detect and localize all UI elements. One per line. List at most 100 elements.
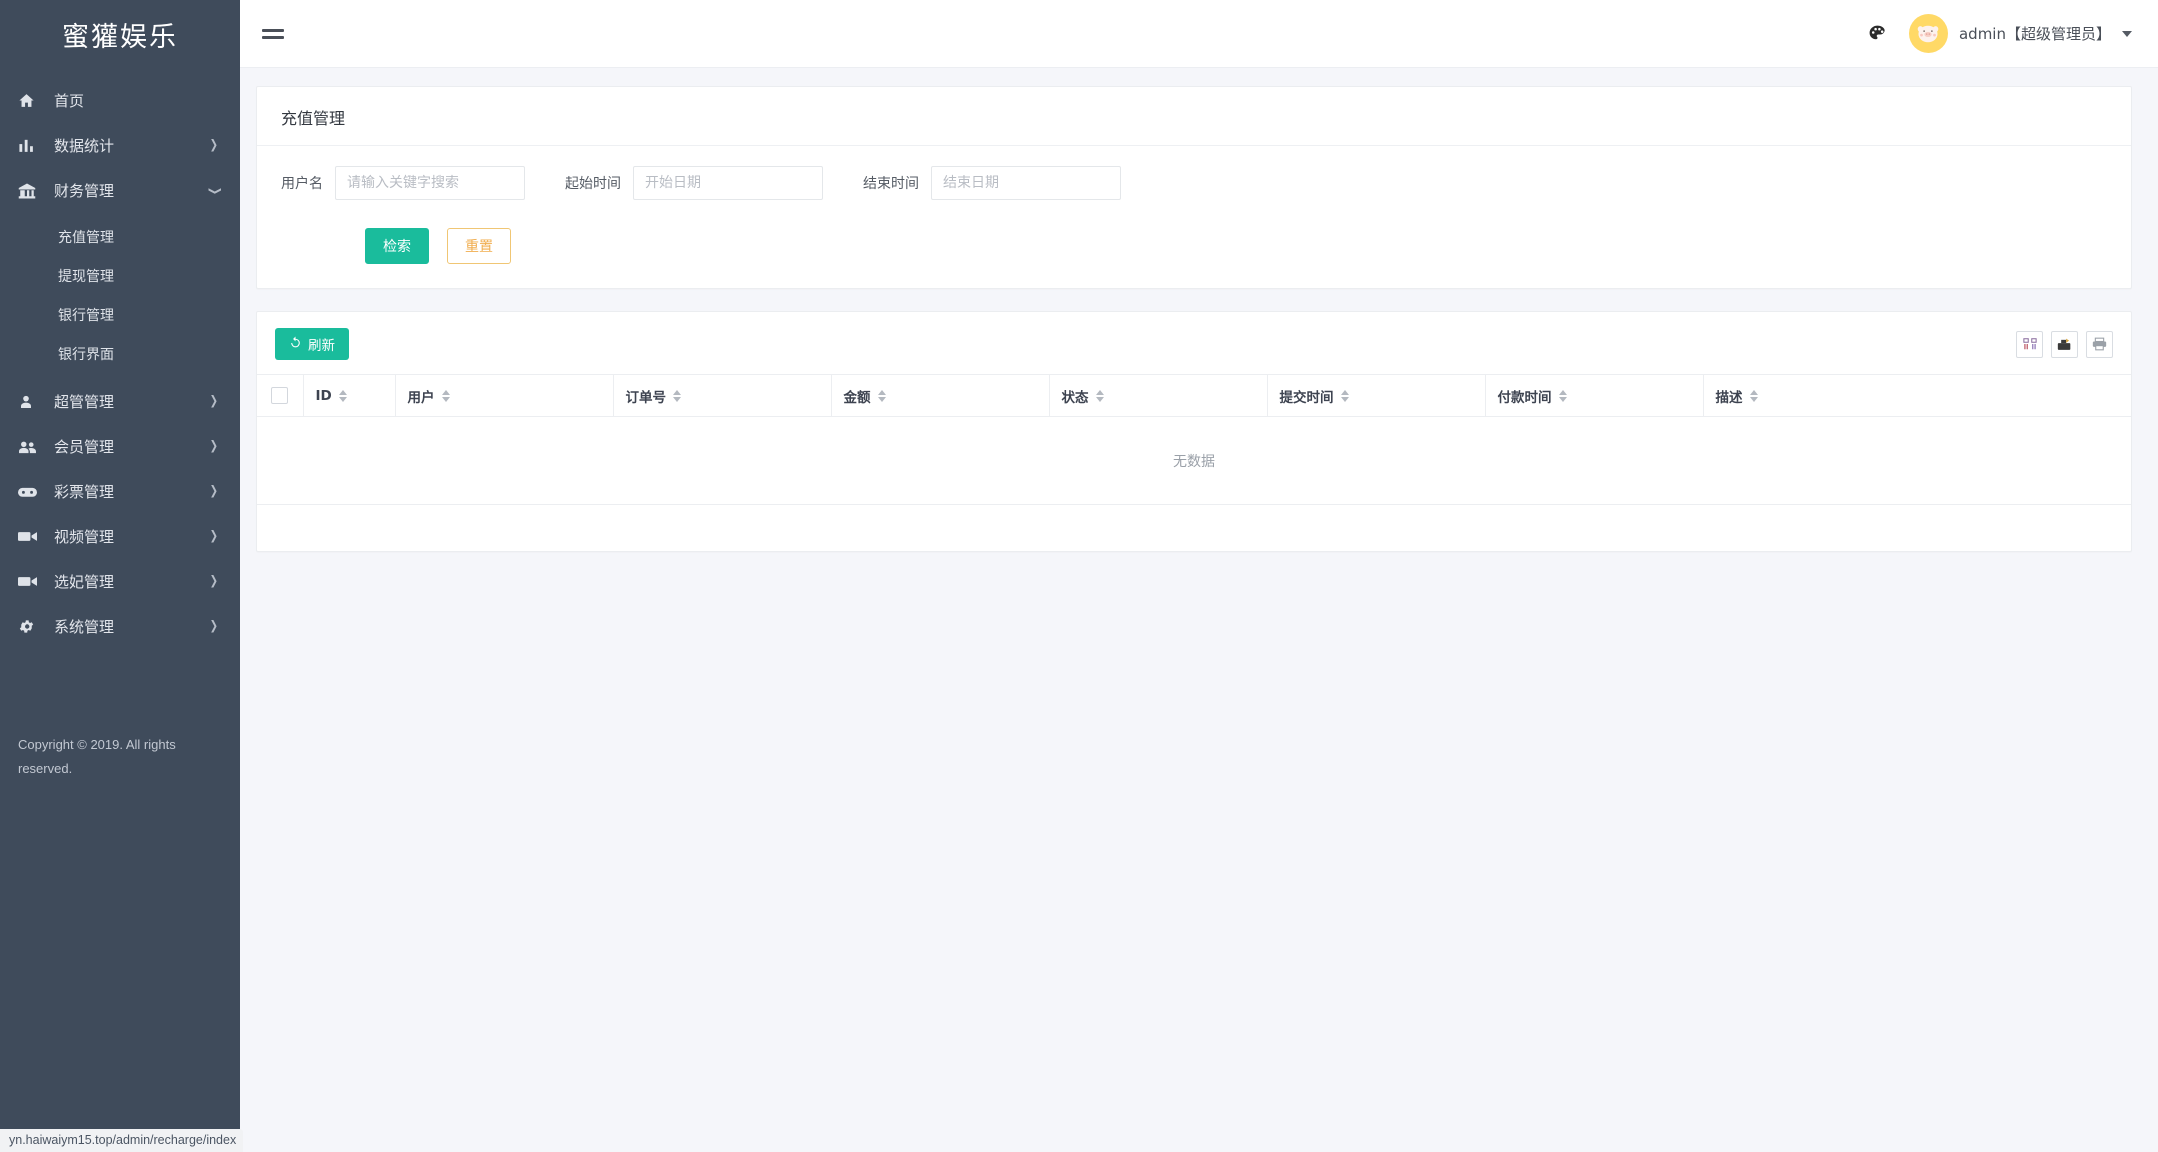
sidebar: 蜜獾娱乐 首页 数据统计 ❯ 财务管理 ❯ 充值管理 提现管理 银行管理 银行界… xyxy=(0,0,240,1152)
select-all-header xyxy=(257,374,304,417)
sort-icon xyxy=(1340,389,1349,402)
sidebar-item-video[interactable]: 视频管理 ❯ xyxy=(0,514,240,559)
chart-bar-icon xyxy=(18,136,44,156)
table-empty-row: 无数据 xyxy=(257,416,2131,505)
hamburger-icon[interactable] xyxy=(262,19,288,49)
sidebar-subitem-withdraw[interactable]: 提现管理 xyxy=(0,256,240,295)
video-camera-icon xyxy=(18,572,44,592)
sort-icon xyxy=(441,389,450,402)
column-header-status[interactable]: 状态 xyxy=(1049,374,1268,417)
home-icon xyxy=(18,91,44,111)
column-label: 付款时间 xyxy=(1497,389,1552,406)
table-toolbar: 刷新 xyxy=(257,312,2131,374)
sidebar-item-label: 视频管理 xyxy=(54,528,115,546)
sidebar-item-system[interactable]: 系统管理 ❯ xyxy=(0,604,240,649)
select-all-checkbox[interactable] xyxy=(271,387,288,404)
column-label: 状态 xyxy=(1061,389,1089,406)
sidebar-item-label: 财务管理 xyxy=(54,182,115,200)
brand-logo[interactable]: 蜜獾娱乐 xyxy=(0,0,240,68)
gamepad-icon xyxy=(18,482,44,502)
bank-icon xyxy=(18,181,44,201)
field-label-end-time: 结束时间 xyxy=(863,176,919,192)
chevron-down-icon: ❯ xyxy=(207,186,222,195)
user-menu[interactable]: admin【超级管理员】 xyxy=(1908,14,2132,53)
columns-icon[interactable] xyxy=(2016,330,2043,358)
search-input-start-date[interactable] xyxy=(633,166,823,200)
field-label-start-time: 起始时间 xyxy=(565,176,621,192)
chevron-down-icon xyxy=(2122,30,2132,37)
sidebar-item-label: 数据统计 xyxy=(54,137,115,155)
refresh-label: 刷新 xyxy=(308,338,335,354)
topbar: admin【超级管理员】 xyxy=(240,0,2158,68)
sidebar-nav: 首页 数据统计 ❯ 财务管理 ❯ 充值管理 提现管理 银行管理 银行界面 超管管… xyxy=(0,68,240,649)
column-label: 描述 xyxy=(1715,389,1743,406)
status-bar-url: yn.haiwaiym15.top/admin/recharge/index xyxy=(0,1129,243,1152)
sidebar-subitem-recharge[interactable]: 充值管理 xyxy=(0,217,240,256)
table-head: ID 用户 订单号 金额 状态 提交时间 付款时间 描述 xyxy=(257,374,2131,417)
column-header-amount[interactable]: 金额 xyxy=(831,374,1050,417)
video-camera-icon xyxy=(18,527,44,547)
refresh-icon xyxy=(289,336,302,353)
gear-icon xyxy=(18,617,44,637)
field-label-username: 用户名 xyxy=(281,176,323,192)
chevron-right-icon: ❯ xyxy=(209,529,218,543)
column-label: ID xyxy=(315,387,332,404)
app-root: 蜜獾娱乐 首页 数据统计 ❯ 财务管理 ❯ 充值管理 提现管理 银行管理 银行界… xyxy=(0,0,2158,1152)
field-start-time: 起始时间 xyxy=(565,166,823,200)
sidebar-item-home[interactable]: 首页 xyxy=(0,78,240,123)
search-input-end-date[interactable] xyxy=(931,166,1121,200)
sidebar-item-concubine[interactable]: 选妃管理 ❯ xyxy=(0,559,240,604)
sort-icon xyxy=(1095,389,1104,402)
column-header-description[interactable]: 描述 xyxy=(1703,374,2131,417)
main-area: admin【超级管理员】 充值管理 用户名 起始时间 xyxy=(240,0,2158,1152)
search-button[interactable]: 检索 xyxy=(365,228,429,264)
chevron-right-icon: ❯ xyxy=(209,138,218,152)
chevron-right-icon: ❯ xyxy=(209,574,218,588)
sidebar-item-label: 彩票管理 xyxy=(54,483,115,501)
sidebar-item-statistics[interactable]: 数据统计 ❯ xyxy=(0,123,240,168)
sidebar-item-label: 超管管理 xyxy=(54,393,115,411)
sidebar-item-lottery[interactable]: 彩票管理 ❯ xyxy=(0,469,240,514)
sidebar-item-label: 首页 xyxy=(54,92,85,110)
column-header-pay-time[interactable]: 付款时间 xyxy=(1485,374,1704,417)
field-username: 用户名 xyxy=(281,166,525,200)
export-icon[interactable] xyxy=(2051,330,2078,358)
sidebar-item-label: 系统管理 xyxy=(54,618,115,636)
sort-icon xyxy=(1558,389,1567,402)
sort-icon xyxy=(1749,389,1758,402)
chevron-right-icon: ❯ xyxy=(209,394,218,408)
empty-state-text: 无数据 xyxy=(257,416,2131,505)
sidebar-item-superadmin[interactable]: 超管管理 ❯ xyxy=(0,379,240,424)
sidebar-subitem-bank[interactable]: 银行管理 xyxy=(0,295,240,334)
column-label: 订单号 xyxy=(625,389,667,406)
chevron-right-icon: ❯ xyxy=(209,484,218,498)
palette-icon[interactable] xyxy=(1868,24,1887,43)
refresh-button[interactable]: 刷新 xyxy=(275,328,349,360)
search-card: 充值管理 用户名 起始时间 结束时间 xyxy=(256,86,2132,289)
sidebar-item-label: 会员管理 xyxy=(54,438,115,456)
table-header-row: ID 用户 订单号 金额 状态 提交时间 付款时间 描述 xyxy=(257,374,2131,417)
page-content: 充值管理 用户名 起始时间 结束时间 xyxy=(240,68,2158,1152)
table-body: 无数据 xyxy=(257,416,2131,505)
column-header-id[interactable]: ID xyxy=(303,374,396,417)
column-header-submit-time[interactable]: 提交时间 xyxy=(1267,374,1486,417)
column-header-order-no[interactable]: 订单号 xyxy=(613,374,832,417)
sidebar-subitem-bank-ui[interactable]: 银行界面 xyxy=(0,334,240,373)
sidebar-item-members[interactable]: 会员管理 ❯ xyxy=(0,424,240,469)
sidebar-item-finance[interactable]: 财务管理 ❯ xyxy=(0,168,240,213)
user-name-label: admin【超级管理员】 xyxy=(1958,25,2111,43)
avatar xyxy=(1908,14,1948,53)
print-icon[interactable] xyxy=(2086,330,2113,358)
sort-icon xyxy=(877,389,886,402)
chevron-right-icon: ❯ xyxy=(209,439,218,453)
chevron-right-icon: ❯ xyxy=(209,619,218,633)
search-form-row: 用户名 起始时间 结束时间 xyxy=(281,166,2107,200)
column-label: 用户 xyxy=(407,389,435,406)
reset-button[interactable]: 重置 xyxy=(447,228,511,264)
topbar-right: admin【超级管理员】 xyxy=(1868,14,2132,53)
copyright-text: Copyright © 2019. All rights reserved. xyxy=(18,737,176,776)
column-header-user[interactable]: 用户 xyxy=(395,374,614,417)
column-label: 提交时间 xyxy=(1279,389,1334,406)
search-input-username[interactable] xyxy=(335,166,525,200)
table-footer xyxy=(257,505,2131,551)
